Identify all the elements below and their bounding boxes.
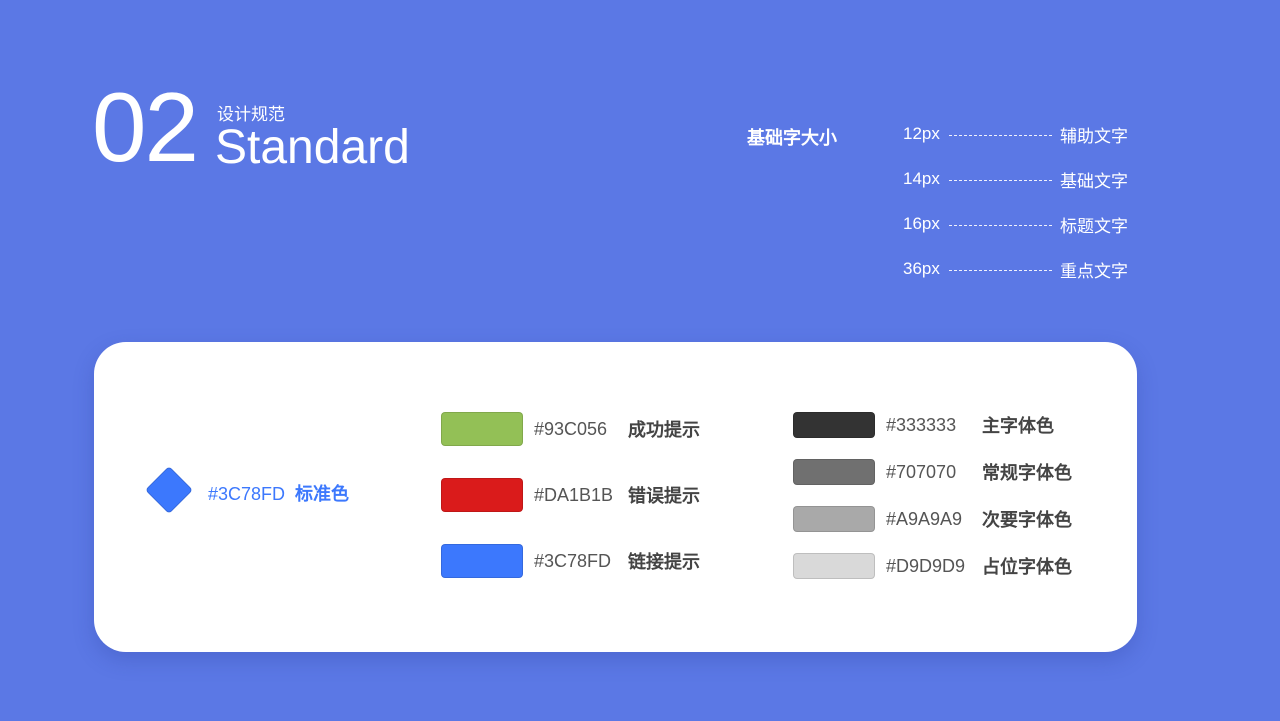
color-label: 次要字体色	[982, 510, 1072, 530]
color-swatch	[793, 506, 875, 532]
dotted-leader	[949, 134, 1052, 136]
font-size-row: 16px 标题文字	[903, 213, 1128, 236]
color-swatch	[793, 553, 875, 579]
section-title: Standard	[215, 121, 410, 174]
color-label: 链接提示	[628, 552, 700, 572]
font-size-label: 辅助文字	[1060, 126, 1128, 146]
font-size-label: 重点文字	[1060, 261, 1128, 281]
font-size-label: 标题文字	[1060, 216, 1128, 236]
color-swatch	[441, 478, 523, 512]
standard-color-label: 标准色	[295, 484, 350, 504]
color-swatch	[793, 459, 875, 485]
color-row-error: #DA1B1B 错误提示	[441, 478, 700, 512]
color-hex: #93C056	[534, 418, 608, 439]
standard-color-entry: #3C78FD 标准色	[208, 480, 349, 506]
section-number: 02	[92, 72, 199, 182]
font-size-heading: 基础字大小	[747, 128, 837, 148]
font-size-value: 36px	[903, 259, 940, 278]
color-label: 成功提示	[628, 420, 700, 440]
font-size-value: 14px	[903, 169, 940, 188]
color-hex: #A9A9A9	[886, 508, 963, 529]
color-hex: #DA1B1B	[534, 484, 614, 505]
color-row-primary-text: #333333 主字体色	[793, 412, 1054, 438]
color-label: 占位字体色	[982, 557, 1072, 577]
color-label: 常规字体色	[982, 463, 1072, 483]
color-row-success: #93C056 成功提示	[441, 412, 700, 446]
color-swatch	[441, 544, 523, 578]
dotted-leader	[949, 179, 1052, 181]
color-row-placeholder-text: #D9D9D9 占位字体色	[793, 553, 1072, 579]
standard-color-hex: #3C78FD	[208, 484, 286, 504]
font-size-row: 14px 基础文字	[903, 168, 1128, 191]
color-row-link: #3C78FD 链接提示	[441, 544, 700, 578]
color-palette-card: #3C78FD 标准色 #93C056 成功提示 #DA1B1B 错误提示 #3C…	[94, 342, 1137, 652]
font-size-label: 基础文字	[1060, 171, 1128, 191]
color-hex: #333333	[886, 414, 957, 435]
color-swatch	[793, 412, 875, 438]
color-hex: #3C78FD	[534, 550, 612, 571]
font-size-value: 12px	[903, 124, 940, 143]
font-size-row: 36px 重点文字	[903, 258, 1128, 281]
font-size-row: 12px 辅助文字	[903, 123, 1128, 146]
color-row-secondary-text: #A9A9A9 次要字体色	[793, 506, 1072, 532]
color-label: 主字体色	[982, 416, 1054, 436]
color-hex: #707070	[886, 461, 957, 482]
color-row-regular-text: #707070 常规字体色	[793, 459, 1072, 485]
color-swatch	[441, 412, 523, 446]
standard-color-diamond-icon	[144, 465, 194, 515]
color-hex: #D9D9D9	[886, 555, 966, 576]
font-size-value: 16px	[903, 214, 940, 233]
dotted-leader	[949, 269, 1052, 271]
dotted-leader	[949, 224, 1052, 226]
color-label: 错误提示	[628, 486, 700, 506]
